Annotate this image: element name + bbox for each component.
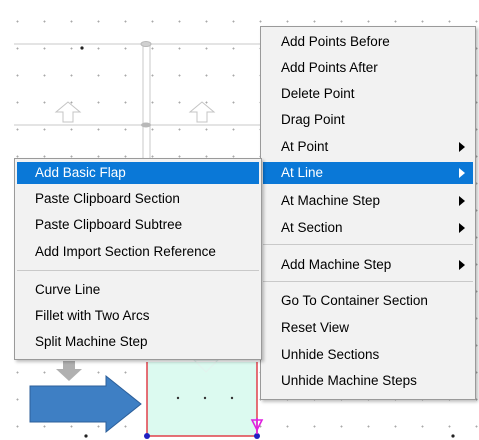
menu-separator <box>263 281 473 282</box>
connector-node-top <box>140 41 152 47</box>
menu-item-add-points-after[interactable]: Add Points After <box>263 57 473 79</box>
menu-item-unhide-machine-steps[interactable]: Unhide Machine Steps <box>263 370 473 392</box>
menu-item-delete-point[interactable]: Delete Point <box>263 83 473 105</box>
menu-item-drag-point[interactable]: Drag Point <box>263 109 473 131</box>
down-arrow-icon <box>56 361 82 381</box>
up-arrow-icon <box>188 101 216 123</box>
point-marker-icon <box>144 433 150 439</box>
menu-item-at-machine-step[interactable]: At Machine Step <box>263 190 473 212</box>
menu-item-add-basic-flap[interactable]: Add Basic Flap <box>17 162 259 184</box>
menu-item-add-machine-step[interactable]: Add Machine Step <box>263 254 473 276</box>
submenu-arrow-icon <box>459 260 465 270</box>
menu-item-fillet-with-two-arcs[interactable]: Fillet with Two Arcs <box>17 305 259 327</box>
right-arrow-icon <box>29 374 142 434</box>
menu-item-go-to-container-section[interactable]: Go To Container Section <box>263 290 473 312</box>
menu-item-paste-clipboard-section[interactable]: Paste Clipboard Section <box>17 188 259 210</box>
submenu-at-line: Add Basic Flap Paste Clipboard Section P… <box>14 158 262 360</box>
submenu-arrow-icon <box>459 223 465 233</box>
menu-item-reset-view[interactable]: Reset View <box>263 317 473 339</box>
submenu-arrow-icon <box>459 196 465 206</box>
menu-item-at-point[interactable]: At Point <box>263 136 473 158</box>
menu-item-at-line[interactable]: At Line <box>263 162 473 184</box>
menu-item-add-points-before[interactable]: Add Points Before <box>263 31 473 53</box>
menu-item-paste-clipboard-subtree[interactable]: Paste Clipboard Subtree <box>17 214 259 236</box>
context-menu: Add Points Before Add Points After Delet… <box>260 26 476 400</box>
point-marker-icon <box>80 46 84 50</box>
menu-item-at-section[interactable]: At Section <box>263 217 473 239</box>
menu-separator <box>263 244 473 245</box>
menu-item-split-machine-step[interactable]: Split Machine Step <box>17 331 259 353</box>
menu-item-add-import-section-reference[interactable]: Add Import Section Reference <box>17 241 259 263</box>
connector-node-middle <box>141 122 151 128</box>
submenu-arrow-icon <box>459 142 465 152</box>
submenu-arrow-icon <box>459 168 465 178</box>
menu-item-unhide-sections[interactable]: Unhide Sections <box>263 344 473 366</box>
active-section[interactable] <box>147 362 257 436</box>
menu-item-curve-line[interactable]: Curve Line <box>17 279 259 301</box>
up-arrow-icon <box>54 101 82 123</box>
menu-separator <box>17 270 259 271</box>
